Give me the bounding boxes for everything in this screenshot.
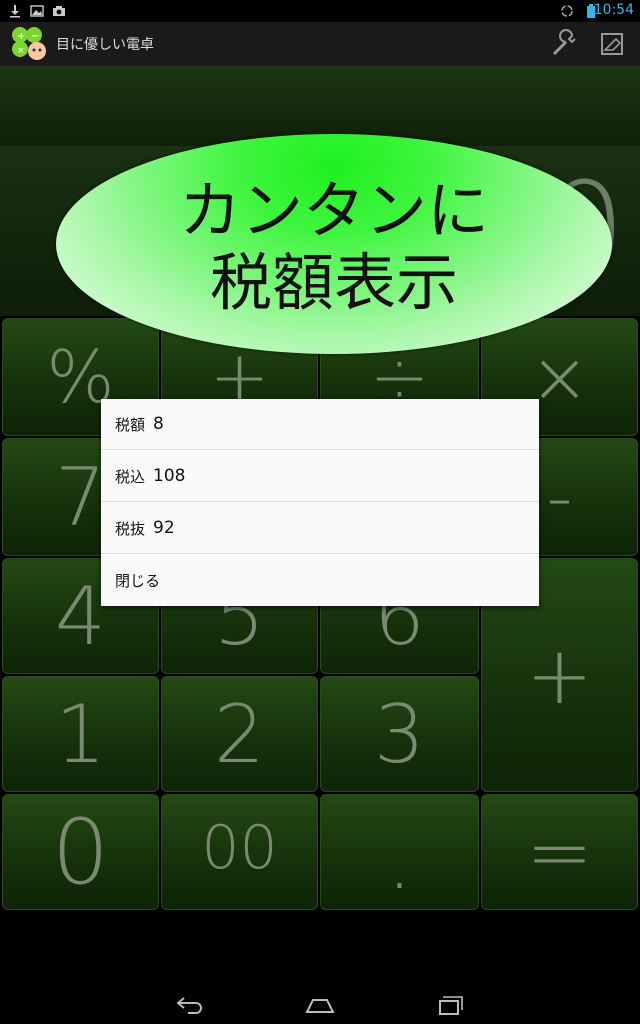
action-bar: + − × 目に優しい電卓 — [0, 22, 640, 66]
decimal-key[interactable]: . — [320, 794, 479, 910]
key-label: + — [525, 628, 594, 722]
status-bar: 10:54 — [0, 0, 640, 22]
key-label: - — [546, 455, 573, 539]
one-key[interactable]: 1 — [2, 676, 159, 792]
dialog-item-value: 108 — [153, 466, 186, 486]
banner-line-1: カンタンに — [178, 174, 489, 247]
banner-line-2: 税額表示 — [209, 246, 458, 319]
dialog-item-label: 税抜 — [115, 519, 146, 538]
svg-text:−: − — [31, 31, 39, 42]
dialog-item-tax-included[interactable]: 税込 108 — [101, 451, 539, 502]
zero-key[interactable]: 0 — [2, 794, 159, 910]
key-label: 3 — [374, 687, 425, 781]
key-label: 1 — [55, 687, 106, 781]
key-label: 00 — [201, 813, 278, 883]
sync-icon — [561, 5, 573, 17]
app-title: 目に優しい電卓 — [56, 37, 154, 53]
two-key[interactable]: 2 — [161, 676, 318, 792]
key-label: 0 — [51, 799, 110, 905]
svg-text:×: × — [17, 46, 25, 56]
settings-wrench-icon[interactable] — [548, 28, 580, 60]
double-zero-key[interactable]: 00 — [161, 794, 318, 910]
key-label: 4 — [55, 569, 106, 663]
navigation-bar — [0, 986, 640, 1024]
clock: 10:54 — [593, 2, 634, 18]
dialog-item-tax-excluded[interactable]: 税抜 92 — [101, 503, 539, 554]
tax-dialog: 税額 8 税込 108 税抜 92 閉じる — [101, 399, 539, 606]
key-label: 7 — [55, 450, 106, 544]
download-notification-icon — [10, 5, 20, 18]
three-key[interactable]: 3 — [320, 676, 479, 792]
dialog-item-tax-amount[interactable]: 税額 8 — [101, 399, 539, 450]
key-label: . — [386, 814, 413, 907]
dialog-item-label: 税額 — [115, 415, 146, 434]
svg-text:+: + — [17, 31, 25, 42]
camera-notification-icon — [53, 6, 65, 16]
clover-logo-icon: + − × — [12, 27, 46, 60]
equals-key[interactable]: = — [481, 794, 638, 910]
dialog-item-value: 8 — [153, 414, 164, 434]
dialog-item-value: 92 — [153, 518, 175, 538]
image-notification-icon — [30, 5, 44, 17]
home-icon[interactable] — [304, 992, 336, 1018]
dialog-item-label: 税込 — [115, 467, 146, 486]
key-label: = — [525, 805, 594, 899]
dialog-close-label: 閉じる — [115, 572, 161, 590]
dialog-close-button[interactable]: 閉じる — [101, 555, 539, 606]
back-icon[interactable] — [174, 992, 206, 1018]
eraser-icon[interactable] — [596, 28, 628, 60]
key-label: 2 — [214, 687, 265, 781]
recents-icon[interactable] — [434, 992, 466, 1018]
